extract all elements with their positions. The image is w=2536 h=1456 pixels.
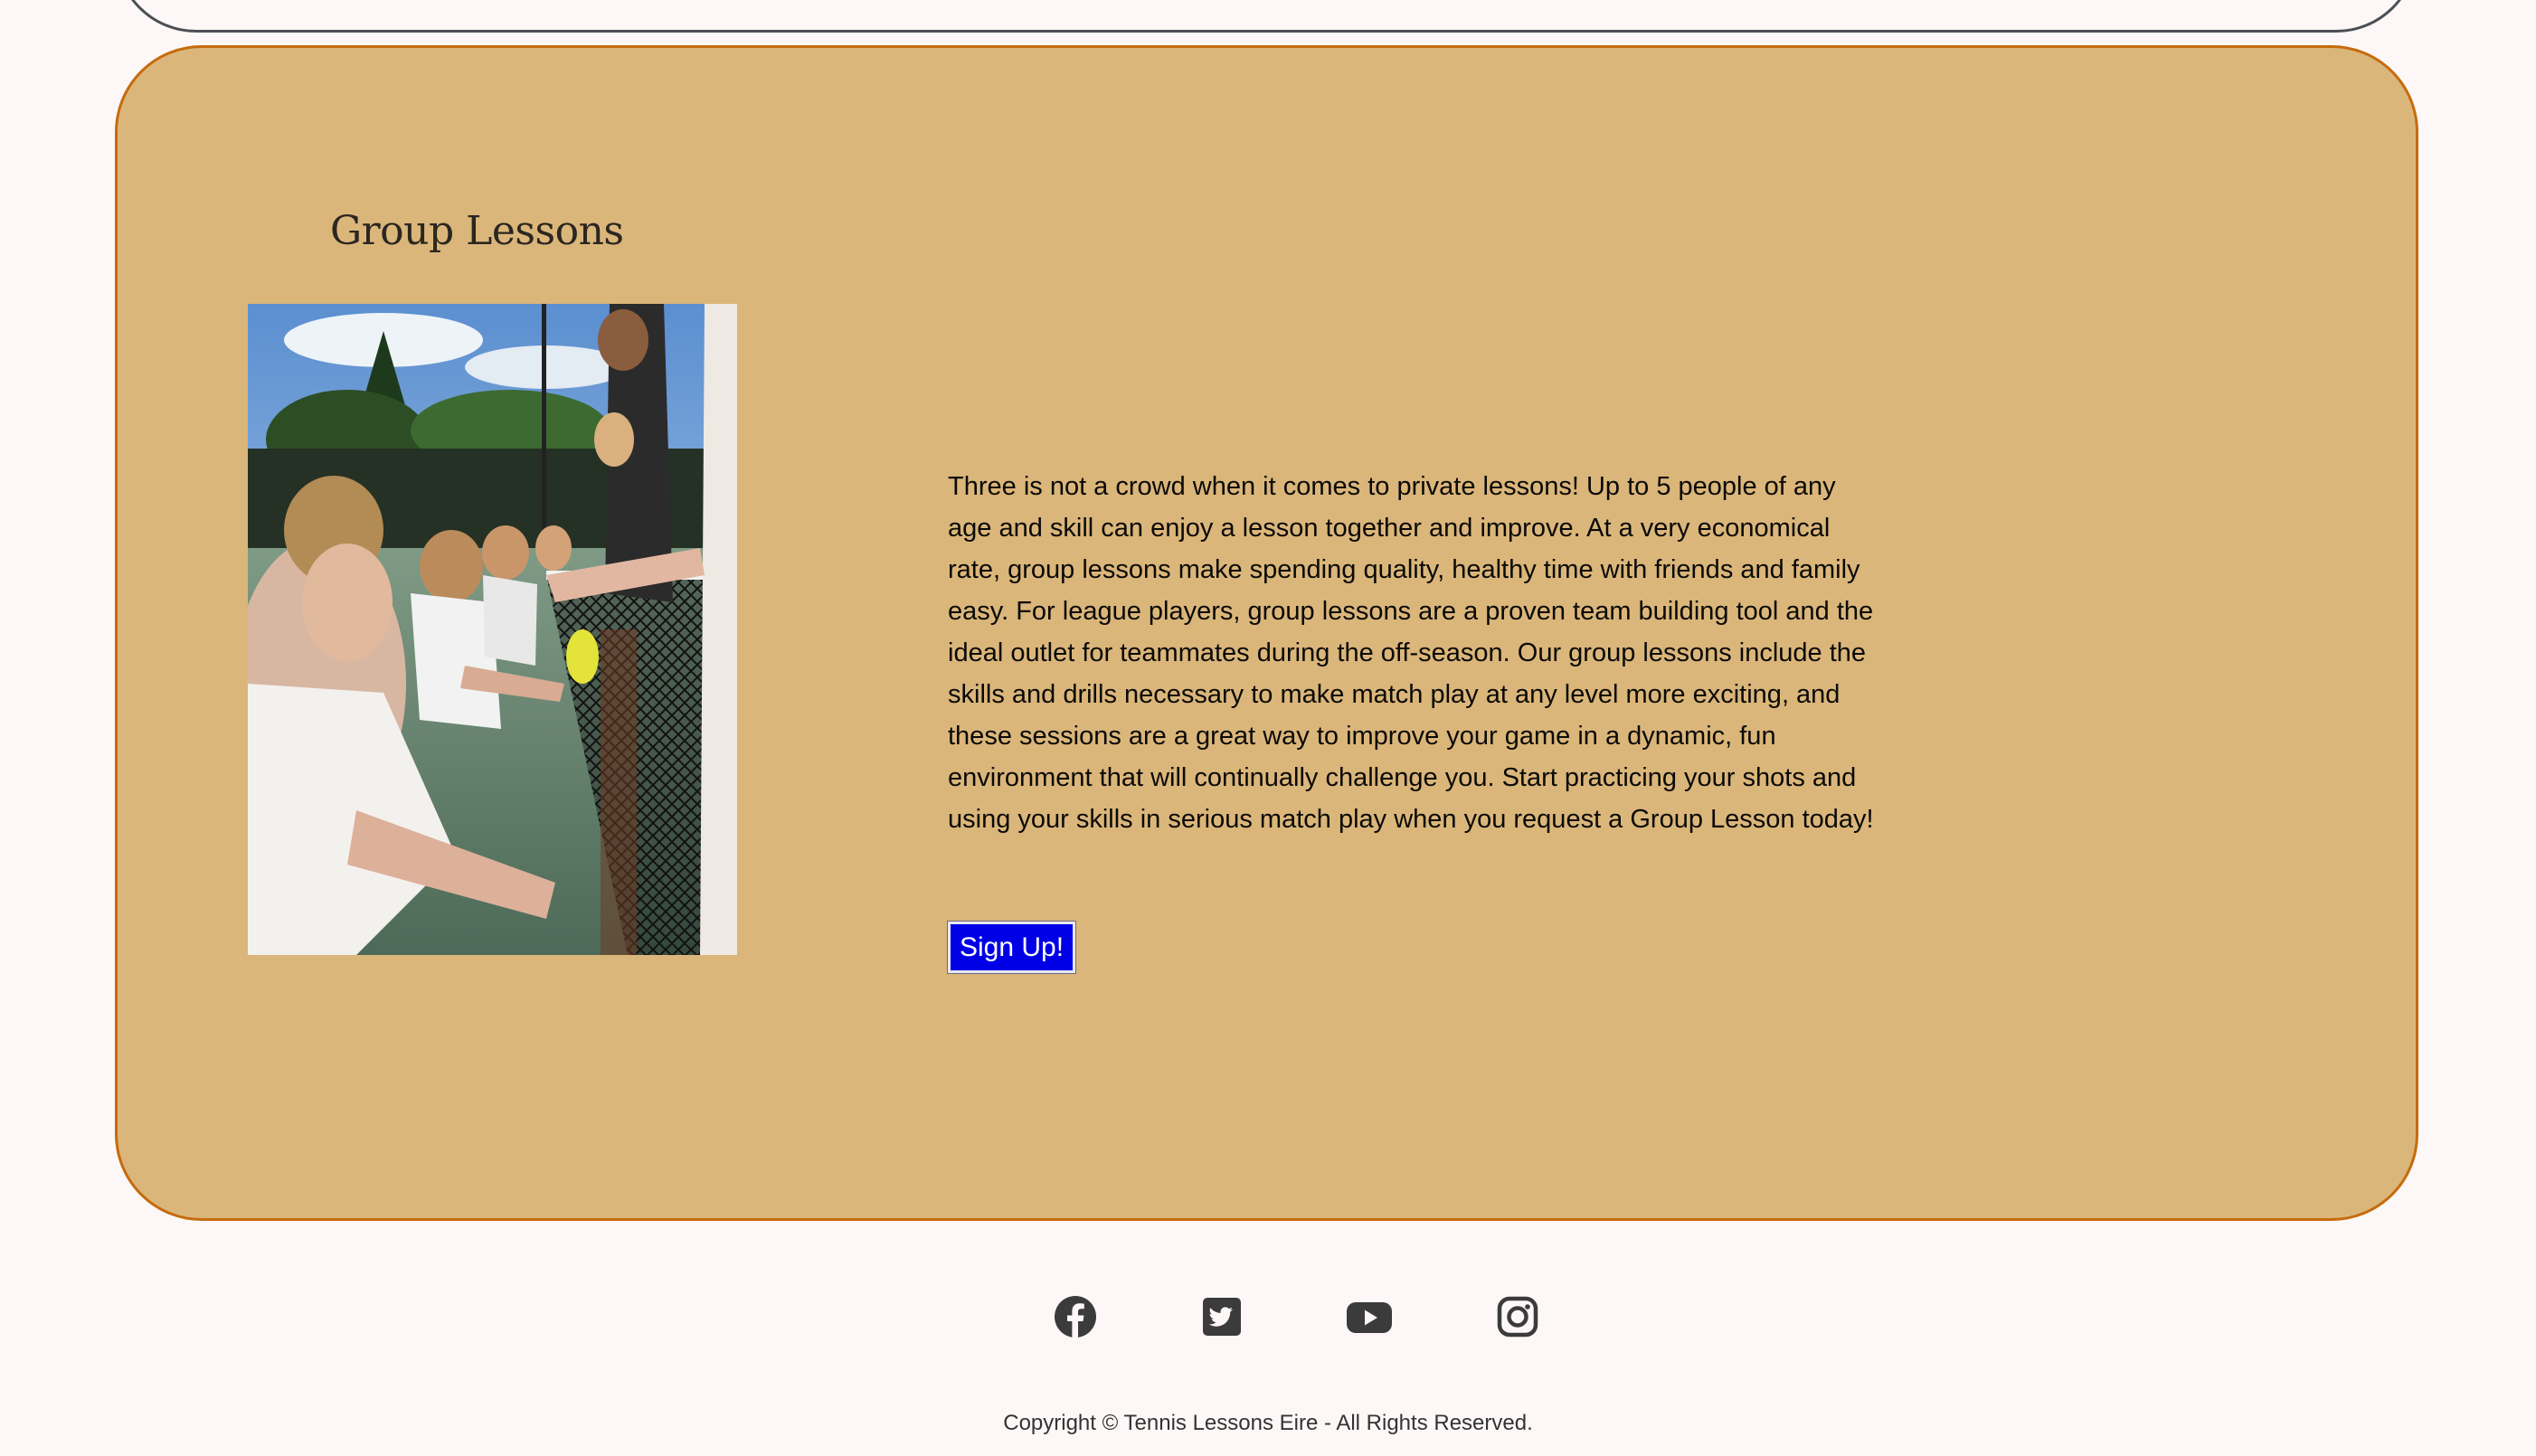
social-links xyxy=(0,1293,2536,1340)
sign-up-button[interactable]: Sign Up! xyxy=(946,921,1077,974)
facebook-icon[interactable] xyxy=(1052,1293,1099,1340)
section-title: Group Lessons xyxy=(330,208,624,254)
section-description: Three is not a crowd when it comes to pr… xyxy=(948,472,1874,834)
group-lessons-card: Group Lessons Three is not a crowd when … xyxy=(115,45,2418,1221)
instagram-icon[interactable] xyxy=(1494,1293,1541,1340)
previous-section-card xyxy=(115,0,2418,33)
group-lessons-photo xyxy=(248,304,737,955)
twitter-icon[interactable] xyxy=(1198,1293,1245,1340)
copyright-text: Copyright © Tennis Lessons Eire - All Ri… xyxy=(1003,1411,1533,1435)
youtube-icon[interactable] xyxy=(1346,1293,1393,1340)
